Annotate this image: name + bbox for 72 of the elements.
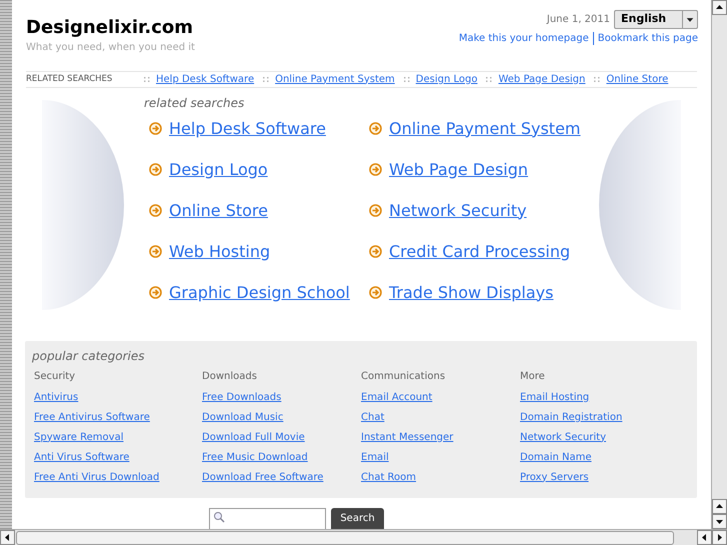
- related-search-link[interactable]: Online Payment System: [389, 118, 580, 140]
- related-search-link[interactable]: Design Logo: [169, 158, 268, 180]
- category-link[interactable]: Instant Messenger: [361, 430, 520, 444]
- related-heading: related searches: [144, 94, 246, 112]
- category-link[interactable]: Proxy Servers: [520, 470, 690, 484]
- related-search-link[interactable]: Web Page Design: [389, 158, 528, 180]
- related-search-link[interactable]: Web Hosting: [169, 240, 270, 262]
- related-bar-link[interactable]: Help Desk Software: [156, 72, 254, 86]
- header-link[interactable]: Make this your homepage: [458, 31, 589, 46]
- separator-icon: [486, 76, 492, 82]
- related-search-link[interactable]: Network Security: [389, 200, 527, 222]
- arrow-icon: [149, 286, 162, 299]
- category-link[interactable]: Free Music Download: [202, 450, 361, 464]
- scroll-left-icon[interactable]: [0, 530, 15, 545]
- scroll-right-icon[interactable]: [712, 530, 727, 545]
- scroll-left-icon[interactable]: [697, 530, 712, 545]
- scroll-up-icon[interactable]: [712, 499, 727, 514]
- category-link[interactable]: Download Music: [202, 410, 361, 424]
- site-title: Designelixir.com: [26, 17, 194, 40]
- category-link[interactable]: Free Antivirus Software: [34, 410, 202, 424]
- category-title: Downloads: [202, 370, 258, 384]
- category-link[interactable]: Chat Room: [361, 470, 520, 484]
- arrow-icon: [369, 163, 382, 176]
- related-bar-link[interactable]: Design Logo: [416, 72, 478, 86]
- related-search-link[interactable]: Graphic Design School: [169, 282, 350, 304]
- arrow-icon: [369, 204, 382, 217]
- related-search-link[interactable]: Trade Show Displays: [389, 282, 554, 304]
- categories-heading: popular categories: [32, 348, 145, 362]
- scroll-up-icon[interactable]: [712, 0, 727, 15]
- category-link[interactable]: Free Anti Virus Download: [34, 470, 202, 484]
- related-bar-link[interactable]: Online Payment System: [275, 72, 395, 86]
- related-bar-link[interactable]: Online Store: [606, 72, 668, 86]
- arrow-icon: [149, 204, 162, 217]
- category-link[interactable]: Download Full Movie: [202, 430, 361, 444]
- arrow-icon: [149, 122, 162, 135]
- arrow-icon: [369, 122, 382, 135]
- search-button[interactable]: Search: [331, 508, 384, 529]
- related-search-link[interactable]: Credit Card Processing: [389, 240, 570, 262]
- category-title: More: [520, 370, 546, 384]
- category-link[interactable]: Download Free Software: [202, 470, 361, 484]
- category-link[interactable]: Anti Virus Software: [34, 450, 202, 464]
- search-field[interactable]: [209, 508, 326, 529]
- category-title: Communications: [361, 370, 446, 384]
- scroll-down-icon[interactable]: [712, 514, 727, 529]
- related-search-link[interactable]: Help Desk Software: [169, 118, 326, 140]
- arrow-icon: [149, 163, 162, 176]
- related-bar-label: RELATED SEARCHES: [26, 72, 114, 86]
- arrow-icon: [369, 245, 382, 258]
- category-link[interactable]: Network Security: [520, 430, 690, 444]
- language-select[interactable]: English: [614, 10, 698, 29]
- category-title: Security: [34, 370, 76, 384]
- category-link[interactable]: Spyware Removal: [34, 430, 202, 444]
- date-text: June 1, 2011: [546, 13, 610, 27]
- category-link[interactable]: Free Downloads: [202, 390, 361, 404]
- related-search-link[interactable]: Online Store: [169, 200, 268, 222]
- separator-icon: [404, 76, 410, 82]
- separator-icon: [594, 76, 600, 82]
- arrow-icon: [369, 286, 382, 299]
- tagline: What you need, when you need it: [26, 40, 195, 54]
- category-link[interactable]: Chat: [361, 410, 520, 424]
- category-link[interactable]: Domain Registration: [520, 410, 690, 424]
- related-bar-link[interactable]: Web Page Design: [498, 72, 586, 86]
- category-link[interactable]: Email: [361, 450, 520, 464]
- arrow-icon: [149, 245, 162, 258]
- category-link[interactable]: Domain Name: [520, 450, 690, 464]
- separator-icon: [263, 76, 270, 82]
- category-link[interactable]: Email Account: [361, 390, 520, 404]
- category-link[interactable]: Email Hosting: [520, 390, 690, 404]
- search-icon: [213, 510, 226, 522]
- category-link[interactable]: Antivirus: [34, 390, 202, 404]
- header-link[interactable]: Bookmark this page: [598, 31, 698, 46]
- separator-icon: [144, 76, 150, 82]
